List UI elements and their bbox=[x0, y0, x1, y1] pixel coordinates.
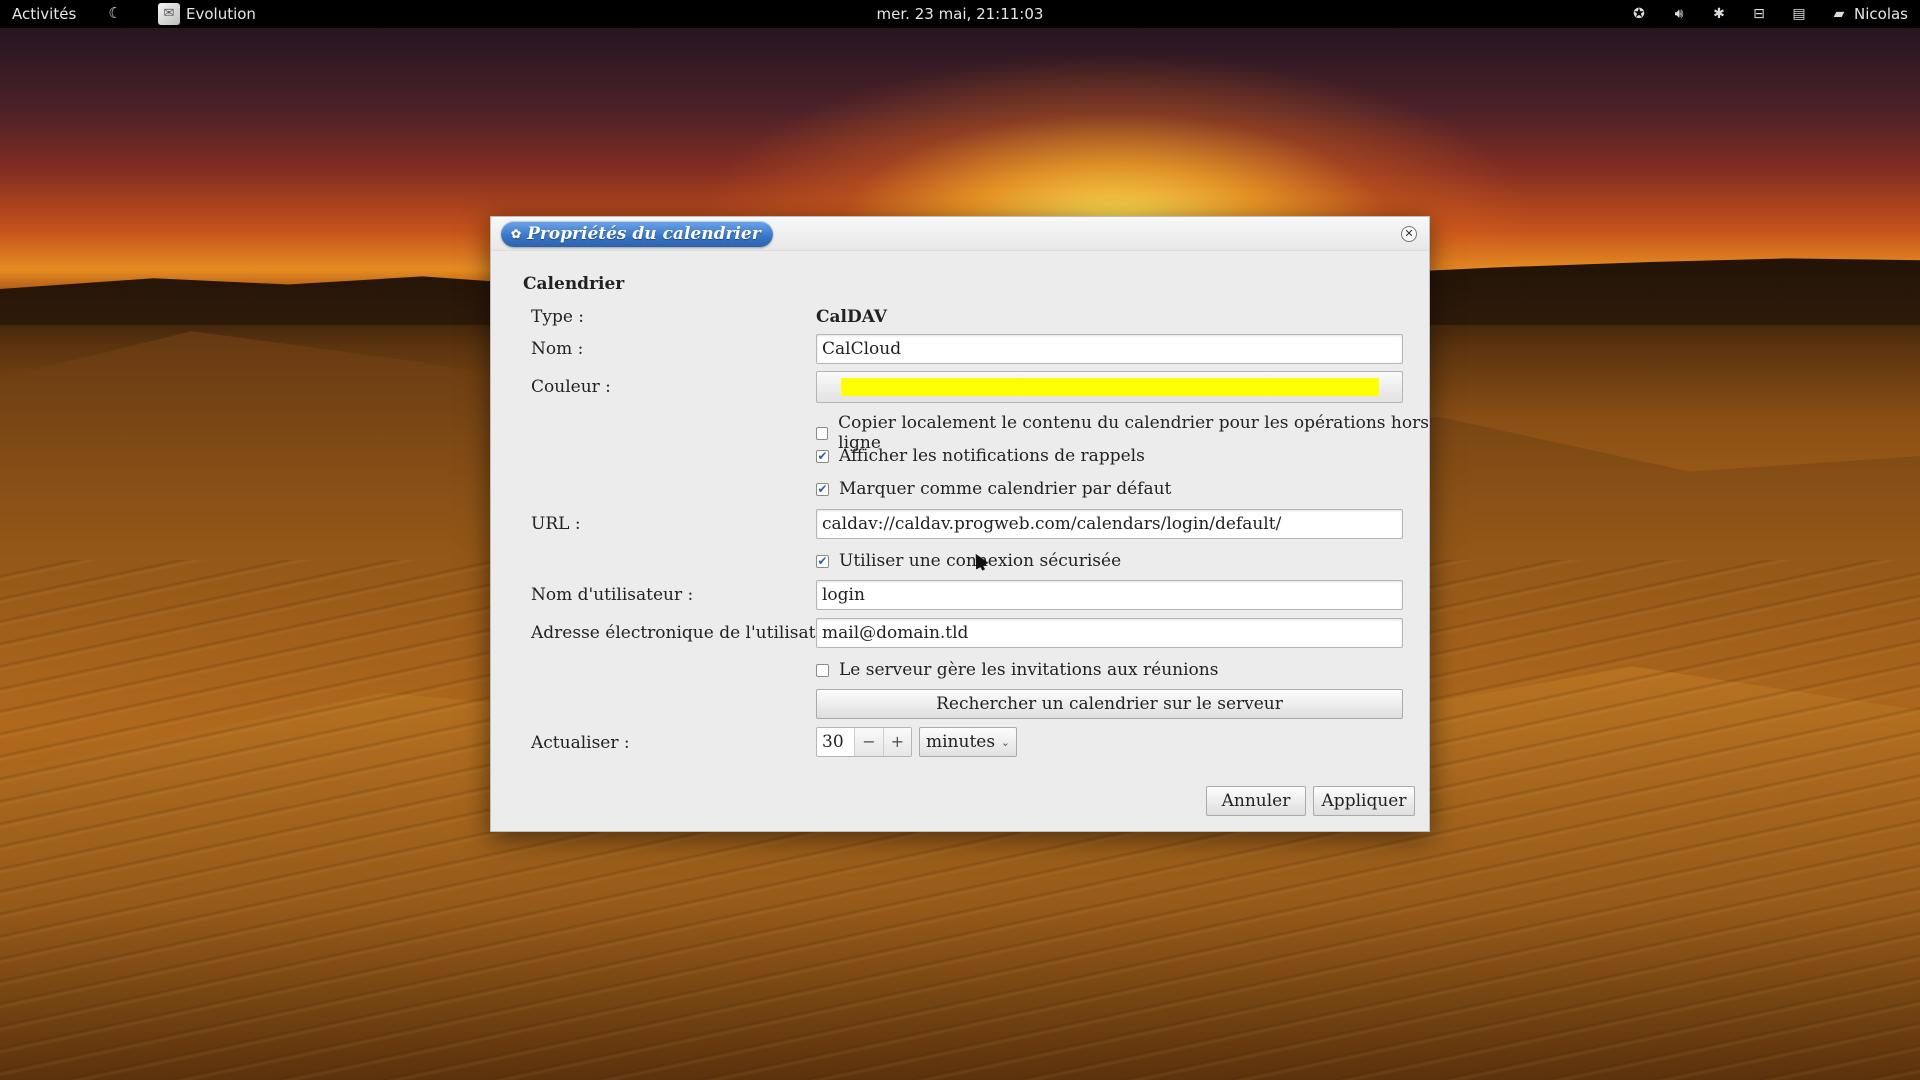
mark-default-option[interactable]: ✔ Marquer comme calendrier par défaut bbox=[816, 479, 1171, 499]
calendar-icon: ✿ bbox=[511, 227, 522, 241]
username-label: Nom d'utilisateur : bbox=[531, 585, 694, 605]
type-value: CalDAV bbox=[816, 307, 887, 327]
username-field[interactable] bbox=[816, 580, 1403, 610]
dialog-title: Propriétés du calendrier bbox=[527, 224, 761, 244]
name-label: Nom : bbox=[531, 339, 584, 359]
bluetooth-icon[interactable]: ✱ bbox=[1710, 5, 1728, 23]
chevron-down-icon: ⌄ bbox=[1000, 735, 1010, 749]
server-invites-option[interactable]: Le serveur gère les invitations aux réun… bbox=[816, 660, 1218, 680]
find-calendar-button[interactable]: Rechercher un calendrier sur le serveur bbox=[816, 689, 1403, 719]
url-field[interactable] bbox=[816, 509, 1403, 539]
accessibility-icon[interactable]: ✪ bbox=[1630, 5, 1648, 23]
color-label: Couleur : bbox=[531, 377, 611, 397]
volume-icon[interactable]: 🔊︎ bbox=[1670, 5, 1688, 23]
url-label: URL : bbox=[531, 514, 581, 534]
apply-button[interactable]: Appliquer bbox=[1313, 786, 1415, 816]
color-picker-button[interactable] bbox=[816, 371, 1403, 403]
calendar-properties-dialog: ✿ Propriétés du calendrier ✕ Calendrier … bbox=[490, 216, 1430, 832]
show-reminders-label: Afficher les notifications de rappels bbox=[839, 446, 1145, 466]
refresh-spinner[interactable]: 30 − + bbox=[816, 727, 912, 757]
close-button[interactable]: ✕ bbox=[1401, 226, 1417, 242]
copy-offline-checkbox[interactable] bbox=[816, 426, 829, 440]
email-field[interactable] bbox=[816, 618, 1403, 648]
refresh-label: Actualiser : bbox=[531, 733, 630, 753]
mark-default-label: Marquer comme calendrier par défaut bbox=[839, 479, 1172, 499]
system-tray: ✪ 🔊︎ ✱ ⊟ ▤ ▰ Nicolas bbox=[1630, 0, 1908, 28]
clipboard-icon[interactable]: ▤ bbox=[1790, 5, 1808, 23]
email-label: Adresse électronique de l'utilisateur : bbox=[531, 623, 856, 643]
show-reminders-checkbox[interactable]: ✔ bbox=[816, 449, 829, 463]
refresh-value[interactable]: 30 bbox=[817, 728, 854, 756]
spin-decrement-button[interactable]: − bbox=[854, 728, 883, 756]
spin-increment-button[interactable]: + bbox=[882, 728, 911, 756]
name-field[interactable] bbox=[816, 334, 1403, 364]
user-name: Nicolas bbox=[1854, 5, 1908, 23]
network-icon[interactable]: ⊟ bbox=[1750, 5, 1768, 23]
cancel-button[interactable]: Annuler bbox=[1206, 786, 1306, 816]
mark-default-checkbox[interactable]: ✔ bbox=[816, 482, 829, 496]
top-bar: Activités ☾ ✉ Evolution mer. 23 mai, 21:… bbox=[0, 0, 1920, 28]
secure-connection-checkbox[interactable]: ✔ bbox=[816, 554, 829, 568]
show-reminders-option[interactable]: ✔ Afficher les notifications de rappels bbox=[816, 446, 1145, 466]
dialog-titlebar[interactable]: ✿ Propriétés du calendrier ✕ bbox=[491, 217, 1429, 251]
secure-connection-option[interactable]: ✔ Utiliser une connexion sécurisée bbox=[816, 551, 1121, 571]
chat-icon: ▰ bbox=[1833, 6, 1845, 22]
refresh-unit-select[interactable]: minutes ⌄ bbox=[919, 727, 1017, 757]
refresh-unit-value: minutes bbox=[926, 732, 996, 752]
server-invites-checkbox[interactable] bbox=[816, 663, 829, 677]
dialog-title-pill: ✿ Propriétés du calendrier bbox=[501, 221, 773, 247]
type-label: Type : bbox=[531, 307, 585, 327]
color-swatch bbox=[840, 378, 1379, 396]
server-invites-label: Le serveur gère les invitations aux réun… bbox=[839, 660, 1219, 680]
user-menu[interactable]: ▰ Nicolas bbox=[1830, 5, 1908, 23]
section-title: Calendrier bbox=[523, 274, 625, 294]
